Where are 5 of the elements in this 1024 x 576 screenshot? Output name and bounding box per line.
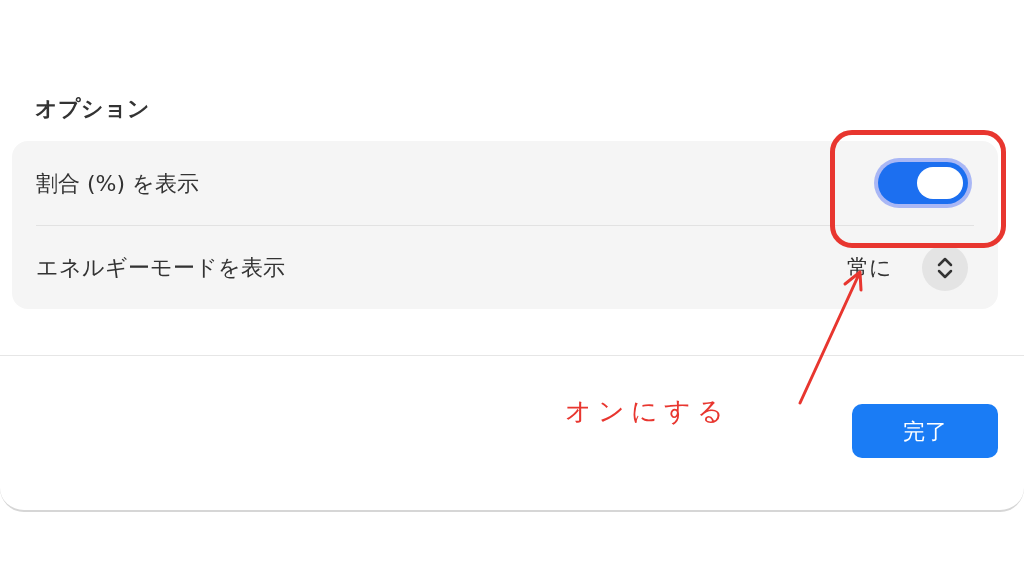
done-button[interactable]: 完了 (852, 404, 998, 458)
row-label: 割合 (%) を表示 (36, 169, 200, 198)
section-title: オプション (35, 96, 150, 121)
annotation-text: オンにする (565, 395, 730, 428)
row-label: エネルギーモードを表示 (36, 254, 285, 282)
